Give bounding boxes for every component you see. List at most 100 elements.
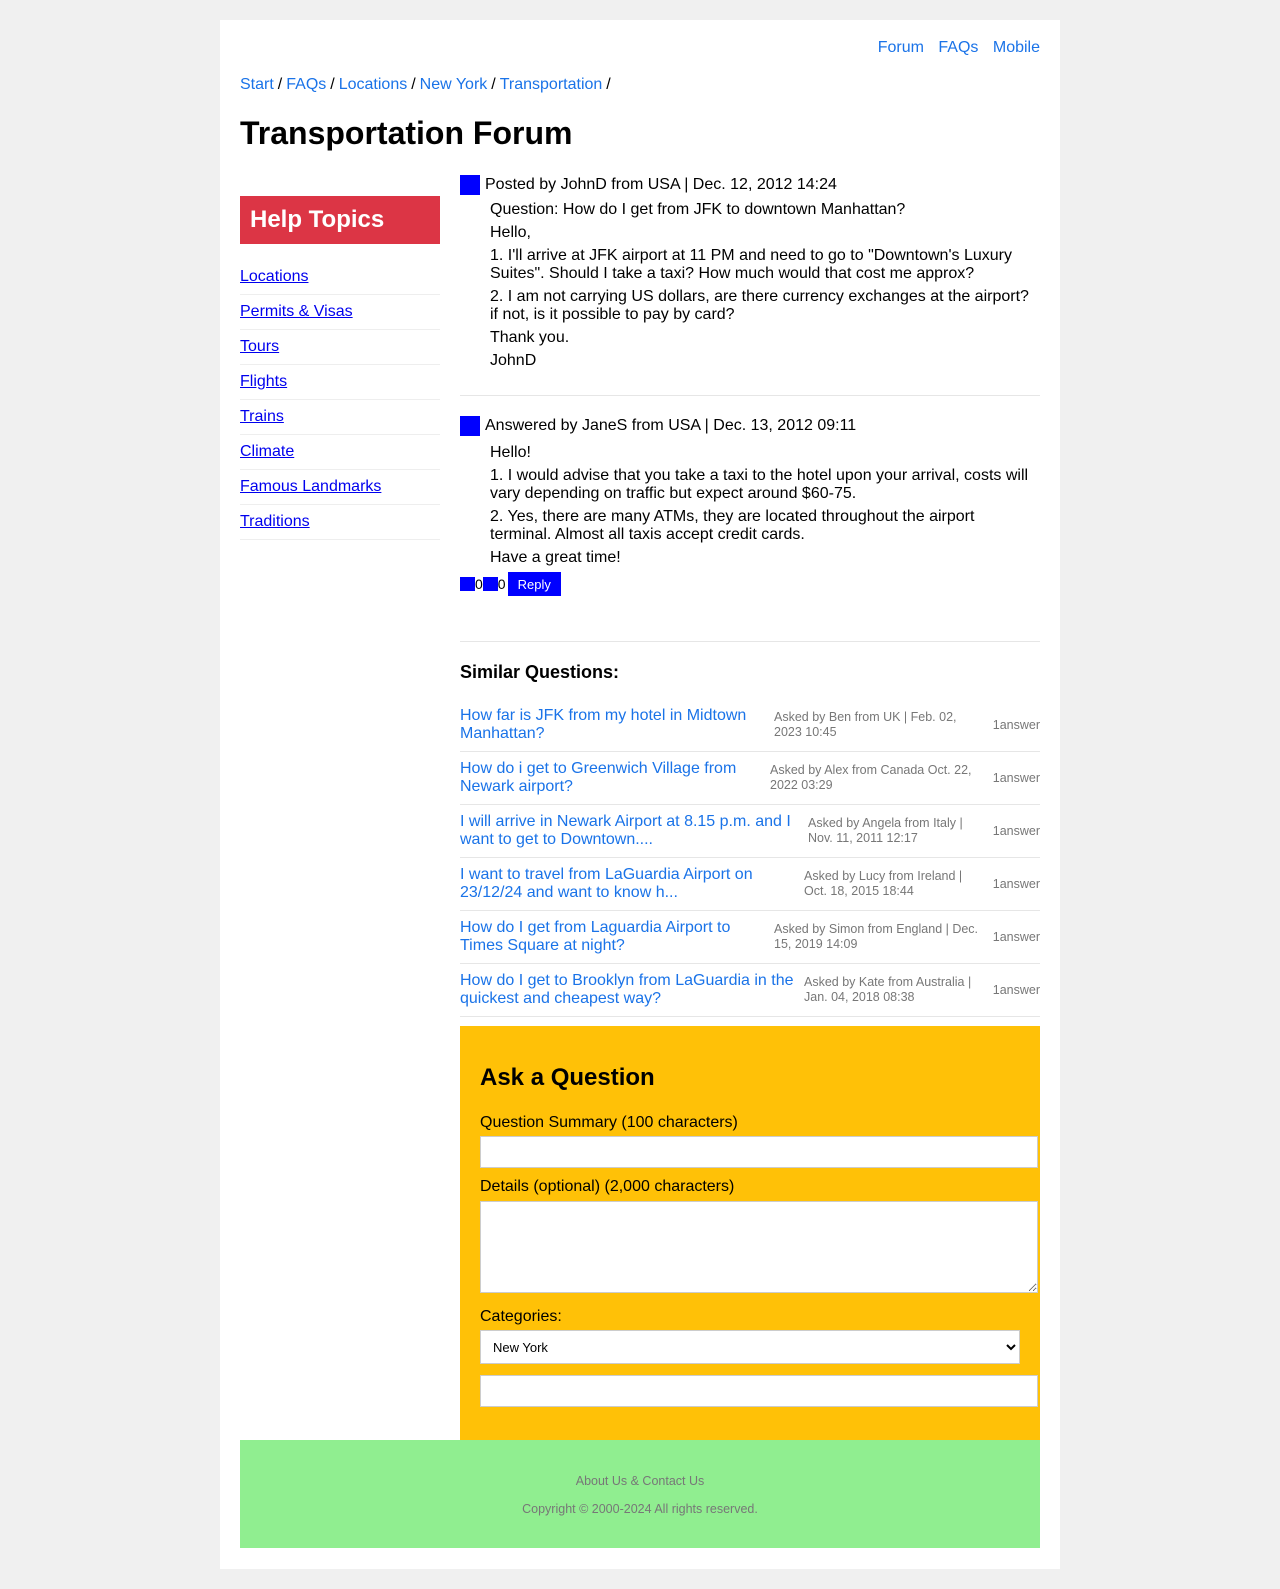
question-line: Question: How do I get from JFK to downt… xyxy=(490,201,906,218)
details-textarea[interactable] xyxy=(480,1201,1038,1293)
breadcrumb-transportation[interactable]: Transportation xyxy=(500,76,603,93)
similar-question-meta: Asked by Angela from Italy | Nov. 11, 20… xyxy=(808,816,963,845)
breadcrumb-separator: / xyxy=(606,76,611,93)
answer-line: Hello! xyxy=(490,444,531,461)
question-body: Question: How do I get from JFK to downt… xyxy=(460,201,1040,370)
question-line: Thank you. xyxy=(490,329,570,346)
question-meta-text: Posted by JohnD from USA | Dec. 12, 2012… xyxy=(485,176,837,193)
reply-button[interactable]: Reply xyxy=(507,572,561,596)
answer-line: 1. I would advise that you take a taxi t… xyxy=(490,467,1029,502)
question-line: 2. I am not carrying US dollars, are the… xyxy=(490,288,1029,323)
similar-question-link[interactable]: I will arrive in Newark Airport at 8.15 … xyxy=(460,813,798,849)
user-avatar-icon xyxy=(460,416,480,436)
nav-faqs-link[interactable]: FAQs xyxy=(938,39,978,56)
sidebar-item-climate: Climate xyxy=(240,435,440,470)
sidebar-item-flights: Flights xyxy=(240,365,440,400)
similar-question-meta: Asked by Ben from UK | Feb. 02, 2023 10:… xyxy=(774,710,957,739)
question-line: 1. I'll arrive at JFK airport at 11 PM a… xyxy=(490,247,1012,282)
question-line: JohnD xyxy=(490,352,537,369)
breadcrumb-separator: / xyxy=(277,76,283,93)
similar-question-link[interactable]: How do I get to Brooklyn from LaGuardia … xyxy=(460,972,798,1008)
breadcrumb-separator: / xyxy=(491,76,496,93)
sidebar-list: Locations Permits & Visas Tours Flights … xyxy=(240,260,440,540)
breadcrumb-start[interactable]: Start xyxy=(240,76,274,93)
sidebar-item-tours: Tours xyxy=(240,330,440,365)
similar-question-link[interactable]: I want to travel from LaGuardia Airport … xyxy=(460,866,790,902)
answer-line: 2. Yes, there are many ATMs, they are lo… xyxy=(490,508,975,543)
similar-question-answers: 1answer xyxy=(992,930,1040,944)
sidebar-link-flights[interactable]: Flights xyxy=(240,373,287,390)
sidebar-link-locations[interactable]: Locations xyxy=(240,268,309,285)
sidebar-item-trains: Trains xyxy=(240,400,440,435)
extra-input[interactable] xyxy=(480,1375,1038,1407)
question-summary-input[interactable] xyxy=(480,1136,1038,1168)
question-summary-label: Question Summary (100 characters) xyxy=(480,1114,738,1131)
sidebar: Help Topics Locations Permits & Visas To… xyxy=(240,196,440,540)
sidebar-link-permits-visas[interactable]: Permits & Visas xyxy=(240,303,353,320)
answer-meta-text: Answered by JaneS from USA | Dec. 13, 20… xyxy=(485,417,857,434)
breadcrumb-new-york[interactable]: New York xyxy=(420,76,488,93)
nav-forum-link[interactable]: Forum xyxy=(878,39,924,56)
upvote-count: 0 xyxy=(475,576,483,592)
sidebar-link-trains[interactable]: Trains xyxy=(240,408,284,425)
similar-question-row: How do i get to Greenwich Village from N… xyxy=(460,752,1040,805)
top-nav: Forum FAQs Mobile xyxy=(868,39,1040,57)
page-title: Transportation Forum xyxy=(240,115,573,151)
similar-questions-heading: Similar Questions: xyxy=(460,662,620,682)
similar-question-row: I will arrive in Newark Airport at 8.15 … xyxy=(460,805,1040,858)
sidebar-link-climate[interactable]: Climate xyxy=(240,443,294,460)
footer-copyright: Copyright © 2000-2024 All rights reserve… xyxy=(522,1502,758,1516)
similar-question-row: How far is JFK from my hotel in Midtown … xyxy=(460,699,1040,752)
similar-question-meta: Asked by Kate from Australia | Jan. 04, … xyxy=(804,975,972,1004)
similar-question-answers: 1answer xyxy=(992,983,1040,997)
similar-question-meta: Asked by Simon from England | Dec. 15, 2… xyxy=(774,922,979,951)
similar-question-link[interactable]: How do I get from Laguardia Airport to T… xyxy=(460,919,760,955)
breadcrumb-faqs[interactable]: FAQs xyxy=(286,76,326,93)
answer-meta: Answered by JaneS from USA | Dec. 13, 20… xyxy=(460,416,1040,436)
question-post: Posted by JohnD from USA | Dec. 12, 2012… xyxy=(460,175,1040,396)
question-meta: Posted by JohnD from USA | Dec. 12, 2012… xyxy=(460,175,1040,195)
nav-mobile-link[interactable]: Mobile xyxy=(993,39,1040,56)
ask-question-heading: Ask a Question xyxy=(480,1064,655,1091)
sidebar-item-traditions: Traditions xyxy=(240,505,440,540)
details-label: Details (optional) (2,000 characters) xyxy=(480,1178,735,1195)
answer-post: Answered by JaneS from USA | Dec. 13, 20… xyxy=(460,416,1040,642)
similar-question-answers: 1answer xyxy=(992,877,1040,891)
breadcrumb-separator: / xyxy=(330,76,335,93)
user-avatar-icon xyxy=(460,175,480,195)
thumbs-down-icon[interactable] xyxy=(482,577,498,591)
similar-question-row: How do I get to Brooklyn from LaGuardia … xyxy=(460,964,1040,1017)
sidebar-item-locations: Locations xyxy=(240,260,440,295)
similar-question-row: How do I get from Laguardia Airport to T… xyxy=(460,911,1040,964)
sidebar-link-famous-landmarks[interactable]: Famous Landmarks xyxy=(240,478,381,495)
similar-question-link[interactable]: How do i get to Greenwich Village from N… xyxy=(460,760,760,796)
similar-question-meta: Asked by Alex from Canada Oct. 22, 2022 … xyxy=(770,763,972,792)
categories-label: Categories: xyxy=(480,1308,562,1325)
sidebar-heading: Help Topics xyxy=(240,196,440,244)
categories-select[interactable]: New York xyxy=(480,1330,1020,1364)
similar-question-row: I want to travel from LaGuardia Airport … xyxy=(460,858,1040,911)
downvote-count: 0 xyxy=(497,576,506,592)
similar-question-meta: Asked by Lucy from Ireland | Oct. 18, 20… xyxy=(804,869,963,898)
breadcrumb-locations[interactable]: Locations xyxy=(339,76,408,93)
similar-questions-list: How far is JFK from my hotel in Midtown … xyxy=(460,699,1040,1017)
breadcrumb: Start / FAQs / Locations / New York / Transporta… xyxy=(240,76,615,94)
footer: About Us & Contact Us Copyright © 2000-2… xyxy=(240,1440,1040,1548)
similar-question-link[interactable]: How far is JFK from my hotel in Midtown … xyxy=(460,707,760,743)
breadcrumb-separator: / xyxy=(411,76,416,93)
footer-links[interactable]: About Us & Contact Us xyxy=(240,1474,1040,1488)
sidebar-item-permits-visas: Permits & Visas xyxy=(240,295,440,330)
question-line: Hello, xyxy=(490,224,531,241)
similar-question-answers: 1answer xyxy=(992,771,1040,785)
sidebar-link-tours[interactable]: Tours xyxy=(240,338,279,355)
thumbs-up-icon[interactable] xyxy=(460,577,475,591)
sidebar-link-traditions[interactable]: Traditions xyxy=(240,513,310,530)
similar-question-answers: 1answer xyxy=(992,718,1040,732)
answer-body: Hello! 1. I would advise that you take a… xyxy=(460,444,1040,567)
sidebar-item-famous-landmarks: Famous Landmarks xyxy=(240,470,440,505)
answer-line: Have a great time! xyxy=(490,549,621,566)
page-container: Forum FAQs Mobile Start / FAQs / Locations / N… xyxy=(220,20,1060,1569)
ask-question-form: Ask a Question Question Summary (100 cha… xyxy=(460,1026,1040,1440)
similar-question-answers: 1answer xyxy=(992,824,1040,838)
vote-bar: 0 0 Reply xyxy=(460,572,1040,596)
